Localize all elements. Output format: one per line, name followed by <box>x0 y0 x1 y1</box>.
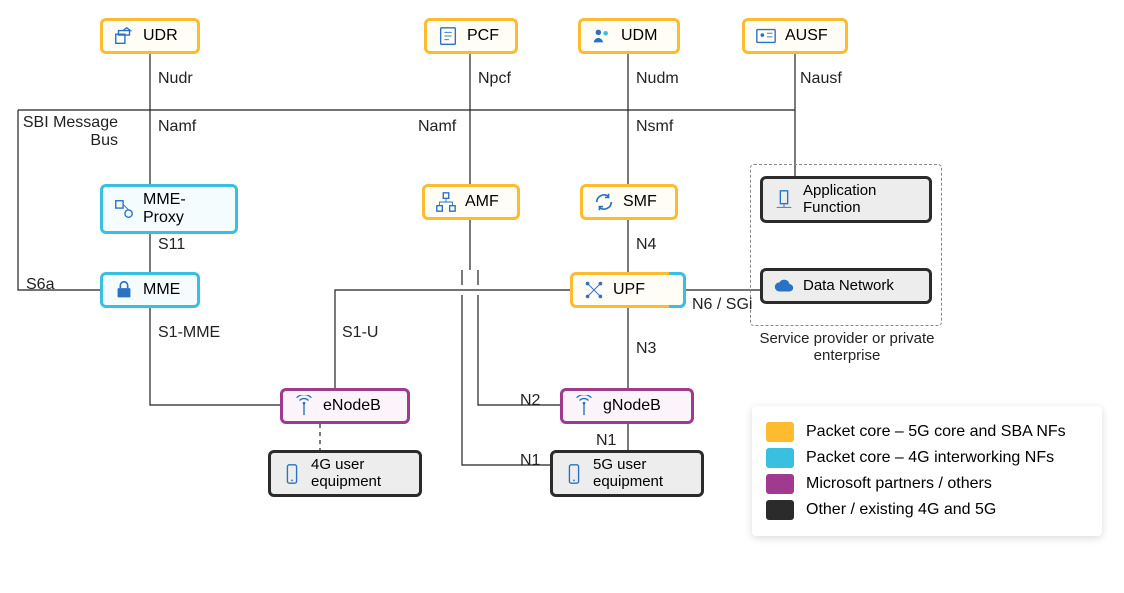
node-label: UPF <box>613 281 645 299</box>
edge-n3: N3 <box>636 340 656 358</box>
node-label: 5G user equipment <box>593 457 691 490</box>
node-app-function: Application Function <box>760 176 932 223</box>
node-label: MME <box>143 281 180 299</box>
hierarchy-icon <box>435 191 457 213</box>
edge-n4: N4 <box>636 236 656 254</box>
architecture-diagram: { "nodes": { "udr": {"label":"UDR"}, "pc… <box>0 0 1124 593</box>
edge-nudr: Nudr <box>158 70 193 88</box>
node-udr: UDR <box>100 18 200 54</box>
node-upf: UPF <box>570 272 686 308</box>
swatch-icon <box>766 448 794 468</box>
edge-sbi: SBI Message Bus <box>18 114 118 151</box>
node-label: AMF <box>465 193 499 211</box>
node-ausf: AUSF <box>742 18 848 54</box>
node-label: SMF <box>623 193 657 211</box>
node-amf: AMF <box>422 184 520 220</box>
users-icon <box>591 25 613 47</box>
database-icon <box>113 25 135 47</box>
edge-namf1: Namf <box>158 118 196 136</box>
edge-n1: N1 <box>596 432 616 450</box>
node-enodeb: eNodeB <box>280 388 410 424</box>
node-data-network: Data Network <box>760 268 932 304</box>
node-label: UDM <box>621 27 657 45</box>
policy-icon <box>437 25 459 47</box>
node-gnodeb: gNodeB <box>560 388 694 424</box>
legend-item: Microsoft partners / others <box>766 474 1088 494</box>
server-icon <box>773 189 795 211</box>
node-label: Application Function <box>803 183 919 216</box>
node-label: Data Network <box>803 278 894 295</box>
cloud-icon <box>773 275 795 297</box>
enterprise-caption: Service provider or private enterprise <box>752 330 942 364</box>
node-label: MME-Proxy <box>143 191 225 227</box>
lock-icon <box>113 279 135 301</box>
swatch-icon <box>766 422 794 442</box>
node-4g-ue: 4G user equipment <box>268 450 422 497</box>
edge-nsmf: Nsmf <box>636 118 673 136</box>
legend-text: Packet core – 4G interworking NFs <box>806 449 1054 467</box>
edge-npcf: Npcf <box>478 70 511 88</box>
node-udm: UDM <box>578 18 680 54</box>
legend-item: Other / existing 4G and 5G <box>766 500 1088 520</box>
edge-n1b: N1 <box>520 452 540 470</box>
edge-nudm: Nudm <box>636 70 679 88</box>
node-label: eNodeB <box>323 397 381 415</box>
edge-s6a: S6a <box>26 276 54 294</box>
edge-s11: S11 <box>158 236 185 254</box>
phone-icon <box>563 463 585 485</box>
node-label: gNodeB <box>603 397 661 415</box>
legend-text: Packet core – 5G core and SBA NFs <box>806 423 1066 441</box>
phone-icon <box>281 463 303 485</box>
edge-s1u: S1-U <box>342 324 378 342</box>
node-pcf: PCF <box>424 18 518 54</box>
edge-n2: N2 <box>520 392 540 410</box>
edge-nausf: Nausf <box>800 70 842 88</box>
node-smf: SMF <box>580 184 678 220</box>
node-label: UDR <box>143 27 178 45</box>
legend-text: Microsoft partners / others <box>806 475 992 493</box>
legend-item: Packet core – 5G core and SBA NFs <box>766 422 1088 442</box>
edge-s1mme: S1-MME <box>158 324 220 342</box>
edge-n6: N6 / SGi <box>692 296 752 314</box>
swatch-icon <box>766 500 794 520</box>
route-icon <box>583 279 605 301</box>
sync-icon <box>593 191 615 213</box>
node-label: PCF <box>467 27 499 45</box>
proxy-icon <box>113 198 135 220</box>
legend-text: Other / existing 4G and 5G <box>806 501 996 519</box>
node-label: AUSF <box>785 27 828 45</box>
node-mme-proxy: MME-Proxy <box>100 184 238 234</box>
legend-item: Packet core – 4G interworking NFs <box>766 448 1088 468</box>
antenna-icon <box>293 395 315 417</box>
legend: Packet core – 5G core and SBA NFs Packet… <box>752 406 1102 536</box>
id-card-icon <box>755 25 777 47</box>
node-5g-ue: 5G user equipment <box>550 450 704 497</box>
swatch-icon <box>766 474 794 494</box>
node-mme: MME <box>100 272 200 308</box>
edge-namf2: Namf <box>418 118 456 136</box>
antenna-icon <box>573 395 595 417</box>
node-label: 4G user equipment <box>311 457 409 490</box>
